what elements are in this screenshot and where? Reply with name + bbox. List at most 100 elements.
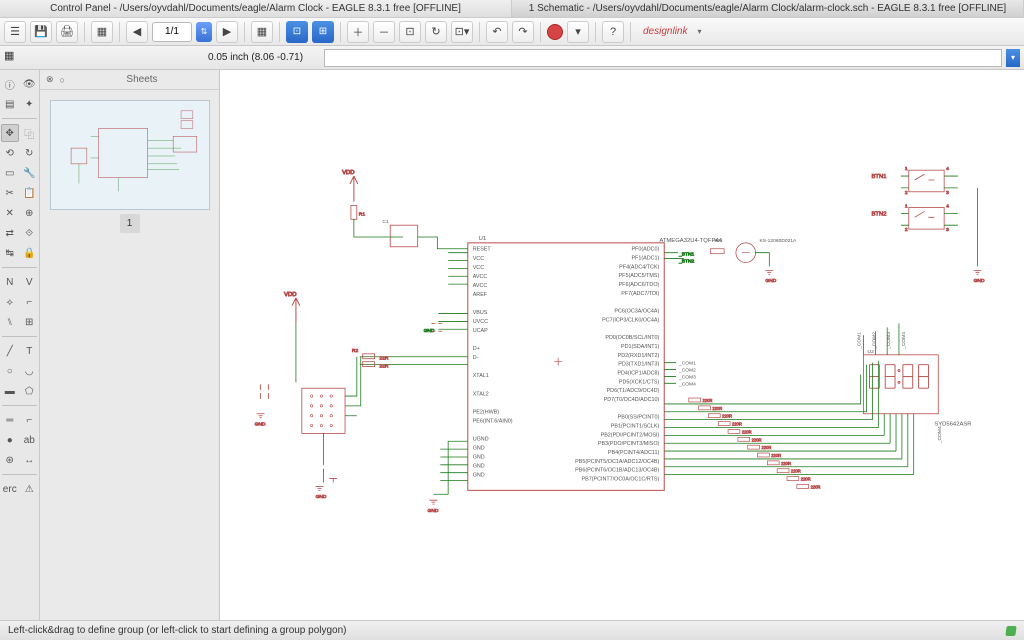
- svg-text:AREF: AREF: [473, 292, 488, 298]
- titlebar-tab-schematic[interactable]: 1 Schematic - /Users/oyvdahl/Documents/e…: [512, 0, 1024, 17]
- svg-text:1: 1: [905, 166, 908, 172]
- svg-text:XTAL2: XTAL2: [473, 391, 489, 397]
- rect-tool[interactable]: ▬: [1, 382, 19, 400]
- designlink-label[interactable]: designlink: [637, 26, 693, 37]
- junction-tool[interactable]: ●: [1, 431, 19, 449]
- svg-text:_COM2: _COM2: [871, 332, 877, 350]
- wire-tool[interactable]: ╱: [1, 342, 19, 360]
- gateswap-tool[interactable]: ⟐: [21, 224, 39, 242]
- zoom-redraw-button[interactable]: ↻: [425, 21, 447, 43]
- miter-tool[interactable]: ⌐: [21, 293, 39, 311]
- svg-text:2: 2: [905, 190, 908, 196]
- svg-text:PB4(PCINT4/ADC11): PB4(PCINT4/ADC11): [608, 450, 660, 456]
- sheet-dropdown[interactable]: ⇅: [196, 22, 212, 42]
- svg-text:_COM1: _COM1: [678, 361, 696, 367]
- rotate-tool[interactable]: ↻: [21, 144, 39, 162]
- grid-button[interactable]: ▦: [4, 49, 22, 67]
- net-tool[interactable]: ⌐: [21, 411, 39, 429]
- value-tool[interactable]: V: [21, 273, 39, 291]
- svg-text:GND: GND: [473, 464, 485, 470]
- svg-text:VBUS: VBUS: [473, 310, 488, 316]
- smash-tool[interactable]: ⟡: [1, 293, 19, 311]
- lock-tool[interactable]: 🔒: [21, 244, 39, 262]
- attribute-tool[interactable]: ⊛: [1, 451, 19, 469]
- arc-tool[interactable]: ◡: [21, 362, 39, 380]
- sheet-page-input[interactable]: [152, 22, 192, 42]
- copy-tool[interactable]: ⿻: [21, 124, 39, 142]
- svg-text:GND: GND: [473, 473, 485, 479]
- zoom-fit-button[interactable]: ⊡: [399, 21, 421, 43]
- schematic-canvas[interactable]: ATMEGA32U4-TQFP44 U1 RESETVCCVCCAVCCAVCC…: [220, 70, 1024, 620]
- invoke-tool[interactable]: ⊞: [21, 313, 39, 331]
- move-tool[interactable]: ✥: [1, 124, 19, 142]
- zoom-out-button[interactable]: －: [373, 21, 395, 43]
- zoom-in-button[interactable]: ＋: [347, 21, 369, 43]
- svg-text:PB0(SS/PCINT0): PB0(SS/PCINT0): [618, 415, 660, 421]
- dimension-tool[interactable]: ↔: [21, 451, 39, 469]
- replace-tool[interactable]: ↹: [1, 244, 19, 262]
- svg-text:_COM4: _COM4: [937, 426, 943, 444]
- next-sheet-button[interactable]: ▶: [216, 21, 238, 43]
- label-tool[interactable]: ab: [21, 431, 39, 449]
- board-schematic-switch[interactable]: ▦: [251, 21, 273, 43]
- svg-text:PF0(ADC0): PF0(ADC0): [631, 247, 659, 253]
- svg-text:220R: 220R: [781, 461, 791, 466]
- mark-tool[interactable]: ✦: [21, 95, 39, 113]
- polygon-tool[interactable]: ⬠: [21, 382, 39, 400]
- svg-text:220R: 220R: [771, 453, 781, 458]
- info-tool[interactable]: ⓘ: [1, 75, 19, 93]
- zoom-to-fit-button[interactable]: ⊡: [286, 21, 308, 43]
- svg-text:220R: 220R: [732, 422, 742, 427]
- left-tool-palette: ⓘ👁 ▤✦ ✥⿻ ⟲↻ ▭🔧 ✂📋 ✕⊕ ⇄⟐ ↹🔒 NV ⟡⌐ ⑊⊞ ╱T ○…: [0, 70, 40, 620]
- zoom-select-area-button[interactable]: ⊡▾: [451, 21, 473, 43]
- sheet-number: 1: [120, 214, 140, 233]
- redo-button[interactable]: ↷: [512, 21, 534, 43]
- sheet-1-thumbnail[interactable]: [50, 100, 210, 210]
- paste-tool[interactable]: 📋: [21, 184, 39, 202]
- cam-button[interactable]: ▦: [91, 21, 113, 43]
- body: ⓘ👁 ▤✦ ✥⿻ ⟲↻ ▭🔧 ✂📋 ✕⊕ ⇄⟐ ↹🔒 NV ⟡⌐ ⑊⊞ ╱T ○…: [0, 70, 1024, 620]
- stop-button[interactable]: [547, 24, 563, 40]
- erc-tool[interactable]: erc: [1, 480, 19, 498]
- circle-tool[interactable]: ○: [1, 362, 19, 380]
- svg-text:_COM1: _COM1: [857, 332, 863, 350]
- svg-text:RESET: RESET: [473, 247, 492, 253]
- bus-tool[interactable]: ═: [1, 411, 19, 429]
- svg-text:GND: GND: [316, 494, 327, 500]
- zoom-select-button[interactable]: ⊞: [312, 21, 334, 43]
- sheets-close-icon[interactable]: ⊗: [46, 74, 54, 85]
- help-button[interactable]: ?: [602, 21, 624, 43]
- svg-text:UGND: UGND: [473, 436, 489, 442]
- open-button[interactable]: ☰: [4, 21, 26, 43]
- add-tool[interactable]: ⊕: [21, 204, 39, 222]
- run-script-button[interactable]: ▾: [567, 21, 589, 43]
- cut-tool[interactable]: ✂: [1, 184, 19, 202]
- svg-text:2: 2: [905, 227, 908, 233]
- sheets-close2-icon[interactable]: ○: [60, 75, 65, 85]
- svg-text:PF1(ADC1): PF1(ADC1): [631, 256, 659, 262]
- mirror-tool[interactable]: ⟲: [1, 144, 19, 162]
- svg-text:GND: GND: [255, 422, 266, 428]
- group-tool[interactable]: ▭: [1, 164, 19, 182]
- undo-button[interactable]: ↶: [486, 21, 508, 43]
- errors-tool[interactable]: ⚠: [21, 480, 39, 498]
- split-tool[interactable]: ⑊: [1, 313, 19, 331]
- designlink-dropdown[interactable]: ▾: [697, 27, 701, 36]
- app-window: Control Panel - /Users/oyvdahl/Documents…: [0, 0, 1024, 640]
- svg-text:PC6(OC3A/OC4A): PC6(OC3A/OC4A): [614, 309, 659, 315]
- command-dropdown[interactable]: ▾: [1006, 49, 1020, 67]
- svg-text:220R: 220R: [722, 414, 732, 419]
- name-tool[interactable]: N: [1, 273, 19, 291]
- print-button[interactable]: 🖨: [56, 21, 78, 43]
- pinswap-tool[interactable]: ⇄: [1, 224, 19, 242]
- save-button[interactable]: 💾: [30, 21, 52, 43]
- command-input[interactable]: [324, 49, 1002, 67]
- layer-tool[interactable]: ▤: [1, 95, 19, 113]
- text-tool[interactable]: T: [21, 342, 39, 360]
- svg-text:PD1(SDA/INT1): PD1(SDA/INT1): [621, 344, 660, 350]
- delete-tool[interactable]: ✕: [1, 204, 19, 222]
- change-tool[interactable]: 🔧: [21, 164, 39, 182]
- titlebar-tab-control-panel[interactable]: Control Panel - /Users/oyvdahl/Documents…: [0, 0, 512, 17]
- show-tool[interactable]: 👁: [21, 75, 39, 93]
- prev-sheet-button[interactable]: ◀: [126, 21, 148, 43]
